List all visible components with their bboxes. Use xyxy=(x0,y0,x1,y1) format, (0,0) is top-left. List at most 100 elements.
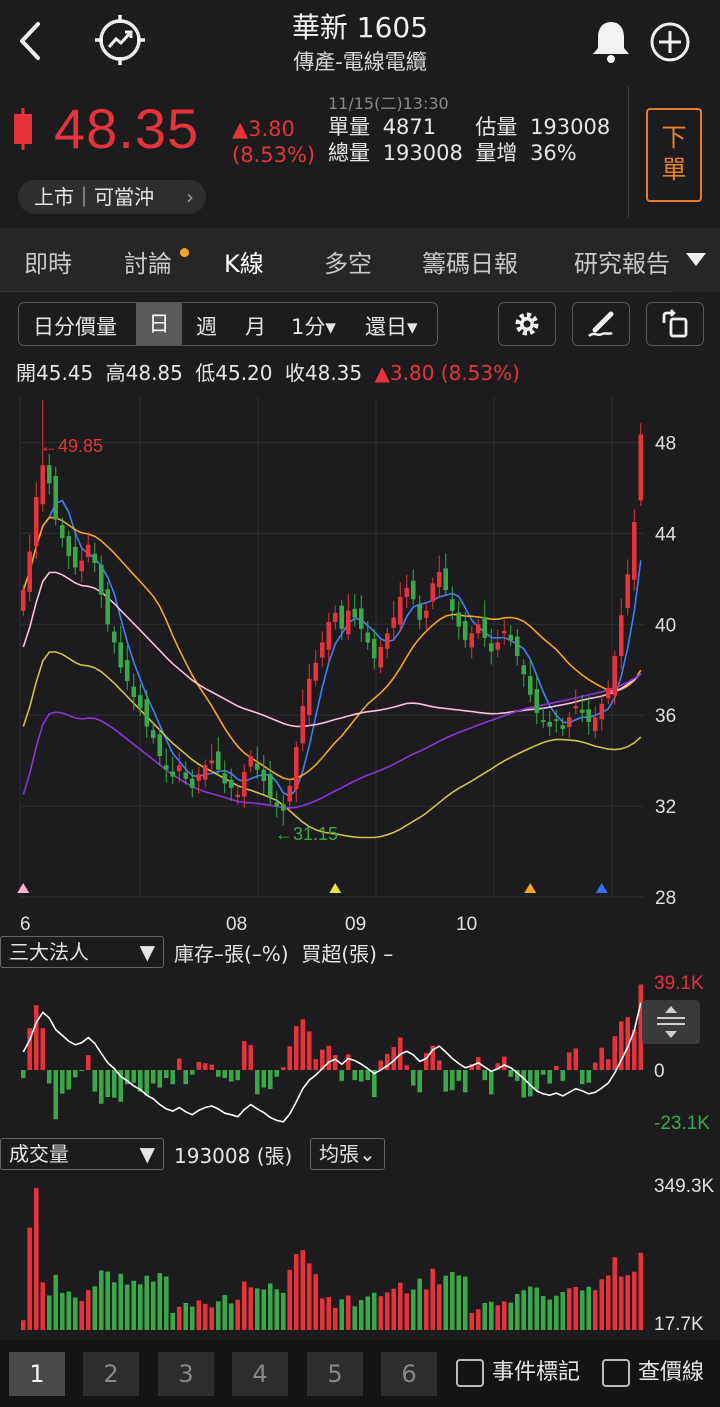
page-5-button[interactable]: 5 xyxy=(307,1352,363,1396)
period-adjust[interactable]: 還日▾ xyxy=(365,311,418,341)
average-volume-button[interactable]: 均張⌄ xyxy=(310,1138,385,1170)
volume-bar xyxy=(605,1275,611,1330)
trend-compass-icon[interactable] xyxy=(94,14,146,66)
resize-handle[interactable] xyxy=(642,1000,700,1044)
volume-bar xyxy=(300,1250,306,1330)
institutional-bar xyxy=(228,1070,234,1082)
candle-icon xyxy=(14,108,32,150)
institutional-bar xyxy=(547,1070,553,1084)
candlestick-chart[interactable]: ←49.85 ←31.15 48 44 40 36 32 28 6 08 09 10 xyxy=(0,392,720,935)
price-line-checkbox[interactable]: 查價線 xyxy=(602,1354,704,1392)
volume-chart[interactable]: 349.3K 17.7K xyxy=(0,1174,720,1335)
holding-line xyxy=(22,1002,642,1123)
candle-body xyxy=(215,751,221,770)
order-label-1: 下 xyxy=(661,123,687,152)
institutional-bar xyxy=(267,1070,273,1089)
candle-body xyxy=(456,612,462,627)
volume-bar xyxy=(79,1301,85,1330)
candle-body xyxy=(417,604,423,620)
tab-long-short[interactable]: 多空 xyxy=(324,244,372,279)
candle-body xyxy=(306,678,312,716)
institutional-bar xyxy=(443,1070,449,1092)
quote-divider xyxy=(628,86,629,218)
candle-body xyxy=(469,633,475,648)
institutional-bar xyxy=(79,1070,85,1072)
candle-body xyxy=(20,590,26,611)
institutional-bar xyxy=(540,1070,546,1075)
tab-chip-daily[interactable]: 籌碼日報 xyxy=(422,244,518,279)
period-minute[interactable]: 1分▾ xyxy=(291,311,336,341)
volume-select[interactable]: 成交量 ▼ xyxy=(0,1138,164,1170)
candle-body xyxy=(59,525,65,538)
candle-body xyxy=(313,662,319,681)
volume-bar xyxy=(508,1302,514,1330)
candle-body xyxy=(131,686,137,697)
market-info-button[interactable]: 上市｜可當沖 › xyxy=(18,180,206,214)
tab-discussion[interactable]: 討論 xyxy=(124,244,172,279)
candle-body xyxy=(300,706,306,744)
page-1-button[interactable]: 1 xyxy=(9,1352,65,1396)
signal-marker[interactable] xyxy=(17,883,30,893)
tab-research[interactable]: 研究報告 xyxy=(574,244,670,279)
institutional-bar xyxy=(40,1028,46,1071)
volume-grid: 單量 4871 估量 193008 總量 193008 量增 36% xyxy=(328,114,610,166)
institutional-bar xyxy=(287,1046,293,1071)
institutional-bar xyxy=(410,1070,416,1086)
signal-marker[interactable] xyxy=(329,883,342,893)
page-2-button[interactable]: 2 xyxy=(83,1352,139,1396)
tab-realtime[interactable]: 即時 xyxy=(24,244,72,279)
candle-body xyxy=(397,597,403,625)
institutional-bar xyxy=(274,1070,280,1077)
institutional-bar xyxy=(508,1070,514,1077)
period-intraday[interactable]: 日分價量 xyxy=(33,311,117,341)
page-3-button[interactable]: 3 xyxy=(158,1352,214,1396)
volume-bar xyxy=(495,1305,501,1330)
period-day[interactable]: 日 xyxy=(136,303,182,345)
footer-bar: 1 2 3 4 5 6 事件標記 查價線 xyxy=(0,1340,720,1407)
y-tick-label: 32 xyxy=(655,797,676,818)
y-tick-label: -23.1K xyxy=(654,1113,710,1134)
x-tick-label: 10 xyxy=(456,914,477,935)
back-icon[interactable] xyxy=(12,18,48,64)
institutional-bar xyxy=(300,1019,306,1071)
candle-body xyxy=(326,622,332,650)
tab-more-button[interactable] xyxy=(672,228,720,292)
institutional-bar xyxy=(417,1070,423,1093)
candle-body xyxy=(339,605,345,629)
page-4-button[interactable]: 4 xyxy=(232,1352,288,1396)
volume-bar xyxy=(287,1269,293,1330)
period-week[interactable]: 週 xyxy=(196,311,217,341)
ohlc-summary: 開45.45 高48.85 低45.20 收48.35 ▲3.80 (8.53%… xyxy=(16,357,520,386)
y-tick-label: 40 xyxy=(655,615,676,636)
plus-circle-icon[interactable] xyxy=(648,20,692,64)
period-selector: 日分價量 日 週 月 1分▾ 還日▾ xyxy=(18,302,438,346)
volume-bar xyxy=(417,1278,423,1330)
volume-bar xyxy=(92,1286,98,1330)
volume-bar xyxy=(625,1275,631,1330)
volume-bar xyxy=(579,1290,585,1330)
candle-body xyxy=(235,794,241,797)
volume-bar xyxy=(105,1271,111,1330)
volume-bar xyxy=(319,1298,325,1330)
page-6-button[interactable]: 6 xyxy=(381,1352,437,1396)
place-order-button[interactable]: 下 單 xyxy=(646,108,702,202)
institutional-bar xyxy=(98,1070,104,1104)
volume-bar xyxy=(566,1288,572,1330)
signal-marker[interactable] xyxy=(524,883,537,893)
candle-body xyxy=(98,564,104,595)
signal-marker[interactable] xyxy=(595,883,608,893)
bell-icon[interactable] xyxy=(590,18,632,64)
institutional-select[interactable]: 三大法人 ▼ xyxy=(0,936,164,968)
period-month[interactable]: 月 xyxy=(245,311,266,341)
candle-body xyxy=(183,772,189,779)
draw-button[interactable] xyxy=(572,302,630,346)
institutional-bar xyxy=(365,1070,371,1081)
institutional-bar xyxy=(66,1070,72,1090)
settings-button[interactable] xyxy=(498,302,556,346)
volume-bar xyxy=(521,1290,527,1330)
rotate-button[interactable] xyxy=(646,302,704,346)
tab-kline[interactable]: K線 xyxy=(224,244,264,279)
candle-body xyxy=(274,802,280,807)
institutional-chart[interactable]: 39.1K 0 -23.1K xyxy=(0,972,720,1134)
event-marker-checkbox[interactable]: 事件標記 xyxy=(456,1354,580,1392)
